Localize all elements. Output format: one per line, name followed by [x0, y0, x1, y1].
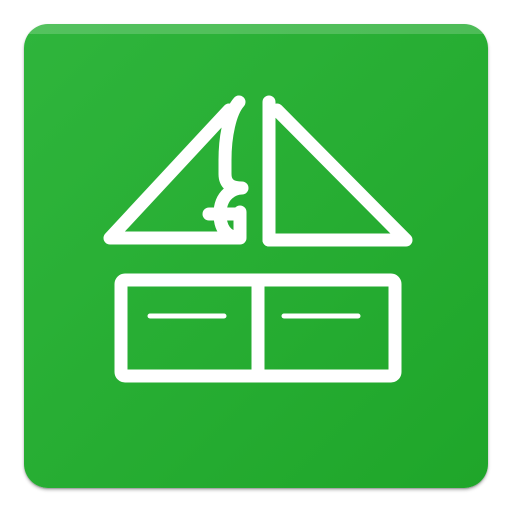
icon-background	[24, 24, 488, 488]
top-sheen	[24, 24, 488, 34]
icon-canvas	[0, 0, 512, 512]
house-logo-icon	[24, 24, 488, 488]
app-icon[interactable]	[24, 24, 488, 488]
